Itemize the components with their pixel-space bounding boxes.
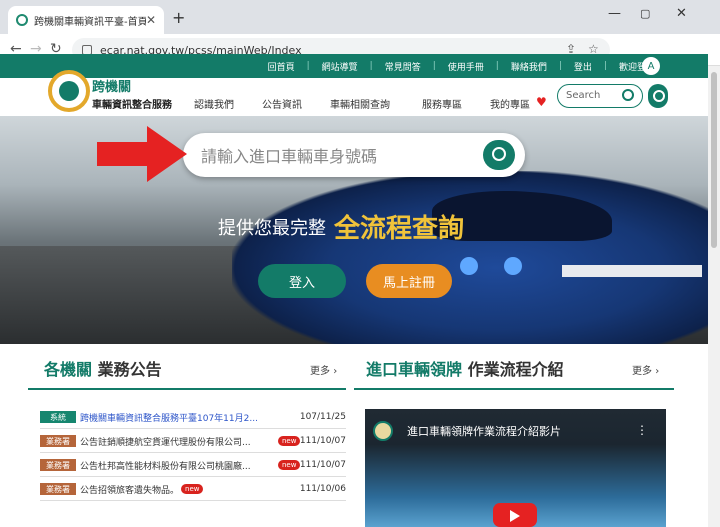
chevron-right-icon: ›: [333, 366, 338, 377]
news-tag: 業務署: [40, 483, 76, 495]
news-tag: 業務署: [40, 435, 76, 447]
window-close-icon[interactable]: ✕: [676, 6, 687, 21]
browser-tab[interactable]: 跨機關車輛資訊平臺-首頁 ✕: [8, 6, 164, 34]
vin-search-input[interactable]: 請輸入進口車輛車身號碼: [183, 133, 525, 177]
vin-search-placeholder: 請輸入進口車輛車身號碼: [201, 147, 378, 166]
process-title-highlight: 進口車輛領牌: [366, 360, 463, 379]
brand-line1: 跨機關: [92, 80, 132, 95]
news-text[interactable]: 公告杜邦高性能材料股份有限公司桃園廠...: [80, 459, 276, 472]
news-date: 111/10/06: [299, 484, 346, 494]
sports-car-image: [232, 171, 708, 344]
new-badge: new: [278, 436, 301, 446]
agency-seal-icon: [373, 421, 393, 441]
news-tag: 業務署: [40, 459, 76, 471]
new-badge: new: [278, 460, 301, 470]
register-button[interactable]: 馬上註冊: [366, 264, 452, 298]
news-text[interactable]: 公告註銷順捷航空貨運代理股份有限公司...: [80, 435, 276, 448]
nav-vehicle-query[interactable]: 車輛相關查詢: [330, 96, 390, 111]
brand-line2: 車輛資訊整合服務: [92, 100, 172, 111]
hero-banner: 請輸入進口車輛車身號碼 提供您最完整 全流程查詢 登入 馬上註冊: [0, 116, 708, 344]
video-menu-icon[interactable]: ⋮: [636, 423, 648, 437]
news-section-title: 各機關 業務公告: [44, 356, 162, 380]
news-more-label: 更多: [310, 366, 330, 377]
news-date: 111/10/07: [299, 460, 346, 470]
new-badge: new: [181, 484, 204, 494]
news-item[interactable]: 業務署 公告杜邦高性能材料股份有限公司桃園廠... new 111/10/07: [40, 454, 346, 477]
news-date: 111/10/07: [299, 436, 346, 446]
nav-announcements[interactable]: 公告資訊: [262, 96, 302, 111]
topbar-link-contact[interactable]: 聯絡我們: [511, 60, 547, 73]
news-text[interactable]: 跨機關車輛資訊整合服務平臺107年11月2...: [80, 411, 276, 424]
news-more-link[interactable]: 更多 ›: [310, 362, 337, 377]
news-divider: [28, 388, 346, 390]
news-tag: 系統: [40, 411, 76, 423]
news-item[interactable]: 系統 跨機關車輛資訊整合服務平臺107年11月2... 107/11/25: [40, 406, 346, 429]
nav-services[interactable]: 服務專區: [422, 96, 462, 111]
topbar-link-faq[interactable]: 常見問答: [385, 60, 421, 73]
browser-tabbar: 跨機關車輛資訊平臺-首頁 ✕ + — ▢ ✕: [0, 0, 720, 34]
vin-search-button[interactable]: [483, 140, 515, 170]
process-more-label: 更多: [632, 366, 652, 377]
site-logo-icon[interactable]: [48, 70, 90, 112]
site-topbar: 回首頁 | 網站導覽 | 常見問答 | 使用手冊 | 聯絡我們 | 登出 | 歡迎登入:: [0, 54, 708, 78]
news-item[interactable]: 業務署 公告招領旅客遺失物品。 new 111/10/06: [40, 478, 346, 501]
site-favicon-icon: [16, 14, 28, 26]
news-item[interactable]: 業務署 公告註銷順捷航空貨運代理股份有限公司... new 111/10/07: [40, 430, 346, 453]
scrollbar-thumb[interactable]: [711, 72, 717, 248]
close-tab-icon[interactable]: ✕: [146, 13, 156, 27]
process-video-player[interactable]: 進口車輛領牌作業流程介紹影片 ⋮: [365, 409, 666, 527]
topbar-link-home[interactable]: 回首頁: [268, 60, 295, 73]
page-scrollbar[interactable]: [708, 66, 720, 527]
news-date: 107/11/25: [299, 412, 346, 422]
chevron-right-icon: ›: [655, 366, 660, 377]
news-title-rest: 業務公告: [97, 360, 162, 379]
heart-icon: ♥: [536, 95, 547, 109]
news-title-highlight: 各機關: [44, 360, 93, 379]
red-arrow-icon: [97, 126, 187, 182]
topbar-link-sitemap[interactable]: 網站導覽: [322, 60, 358, 73]
nav-about[interactable]: 認識我們: [194, 96, 234, 111]
site-header: 跨機關 車輛資訊整合服務 認識我們 公告資訊 車輛相關查詢 服務專區 我的專區 …: [0, 70, 708, 116]
topbar-link-logout[interactable]: 登出: [574, 60, 592, 73]
search-icon[interactable]: [622, 89, 634, 101]
slogan-highlight: 全流程查詢: [334, 214, 465, 244]
process-divider: [354, 388, 674, 390]
news-list: 系統 跨機關車輛資訊整合服務平臺107年11月2... 107/11/25 業務…: [40, 406, 346, 502]
maximize-icon[interactable]: ▢: [640, 7, 650, 20]
topbar-link-manual[interactable]: 使用手冊: [448, 60, 484, 73]
slogan-prefix: 提供您最完整: [218, 218, 326, 239]
tab-title: 跨機關車輛資訊平臺-首頁: [34, 16, 146, 28]
news-text[interactable]: 公告招領旅客遺失物品。: [80, 483, 179, 496]
new-tab-icon[interactable]: +: [172, 8, 185, 27]
site-search-input[interactable]: Search: [557, 84, 643, 108]
user-avatar[interactable]: A: [642, 57, 660, 75]
minimize-icon[interactable]: —: [608, 6, 621, 21]
search-placeholder: Search: [566, 90, 601, 101]
process-title-rest: 作業流程介紹: [467, 360, 564, 379]
video-title: 進口車輛領牌作業流程介紹影片: [407, 425, 561, 438]
login-button[interactable]: 登入: [258, 264, 346, 298]
search-go-button[interactable]: [648, 84, 668, 108]
hero-slogan: 提供您最完整 全流程查詢: [218, 208, 464, 245]
video-play-button[interactable]: [493, 503, 537, 527]
process-more-link[interactable]: 更多 ›: [632, 362, 659, 377]
nav-my-area[interactable]: 我的專區: [490, 96, 530, 111]
process-section-title: 進口車輛領牌 作業流程介紹: [366, 356, 564, 380]
